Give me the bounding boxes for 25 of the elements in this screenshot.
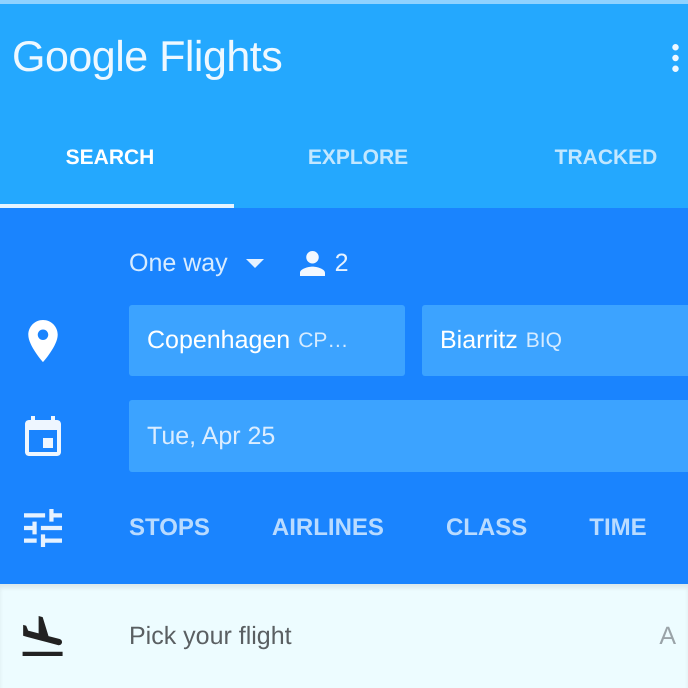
- filter-button[interactable]: CLASS: [446, 514, 528, 542]
- plane-landing-icon: [22, 616, 64, 656]
- results-heading: Pick your flight: [129, 622, 293, 650]
- destination-field[interactable]: Biarritz BIQ: [422, 305, 688, 376]
- caret-down-icon: [246, 258, 264, 268]
- location-pin-icon: [28, 320, 58, 362]
- date-field[interactable]: Tue, Apr 25: [129, 400, 688, 472]
- passengers-button[interactable]: 2: [300, 248, 349, 278]
- filter-button[interactable]: STOPS: [129, 514, 210, 542]
- more-menu-icon[interactable]: [672, 44, 679, 72]
- calendar-icon: [24, 416, 60, 456]
- filter-button[interactable]: AIRLINES: [272, 514, 384, 542]
- city-name: Copenhagen: [147, 326, 290, 355]
- origin-field[interactable]: Copenhagen CP…: [129, 305, 405, 376]
- city-name: Biarritz: [440, 326, 518, 355]
- person-icon: [300, 250, 325, 276]
- airport-code: BIQ: [526, 328, 562, 352]
- column-text: A: [659, 622, 677, 650]
- tab[interactable]: EXPLORE: [234, 111, 482, 208]
- filter-sliders-icon[interactable]: [24, 509, 62, 547]
- trip-type-dropdown[interactable]: One way: [129, 248, 264, 278]
- filter-button[interactable]: TIME: [589, 514, 647, 542]
- airport-code: CP…: [298, 328, 348, 352]
- tab[interactable]: TRACKED: [482, 111, 688, 208]
- app-title: Google Flights: [12, 33, 282, 82]
